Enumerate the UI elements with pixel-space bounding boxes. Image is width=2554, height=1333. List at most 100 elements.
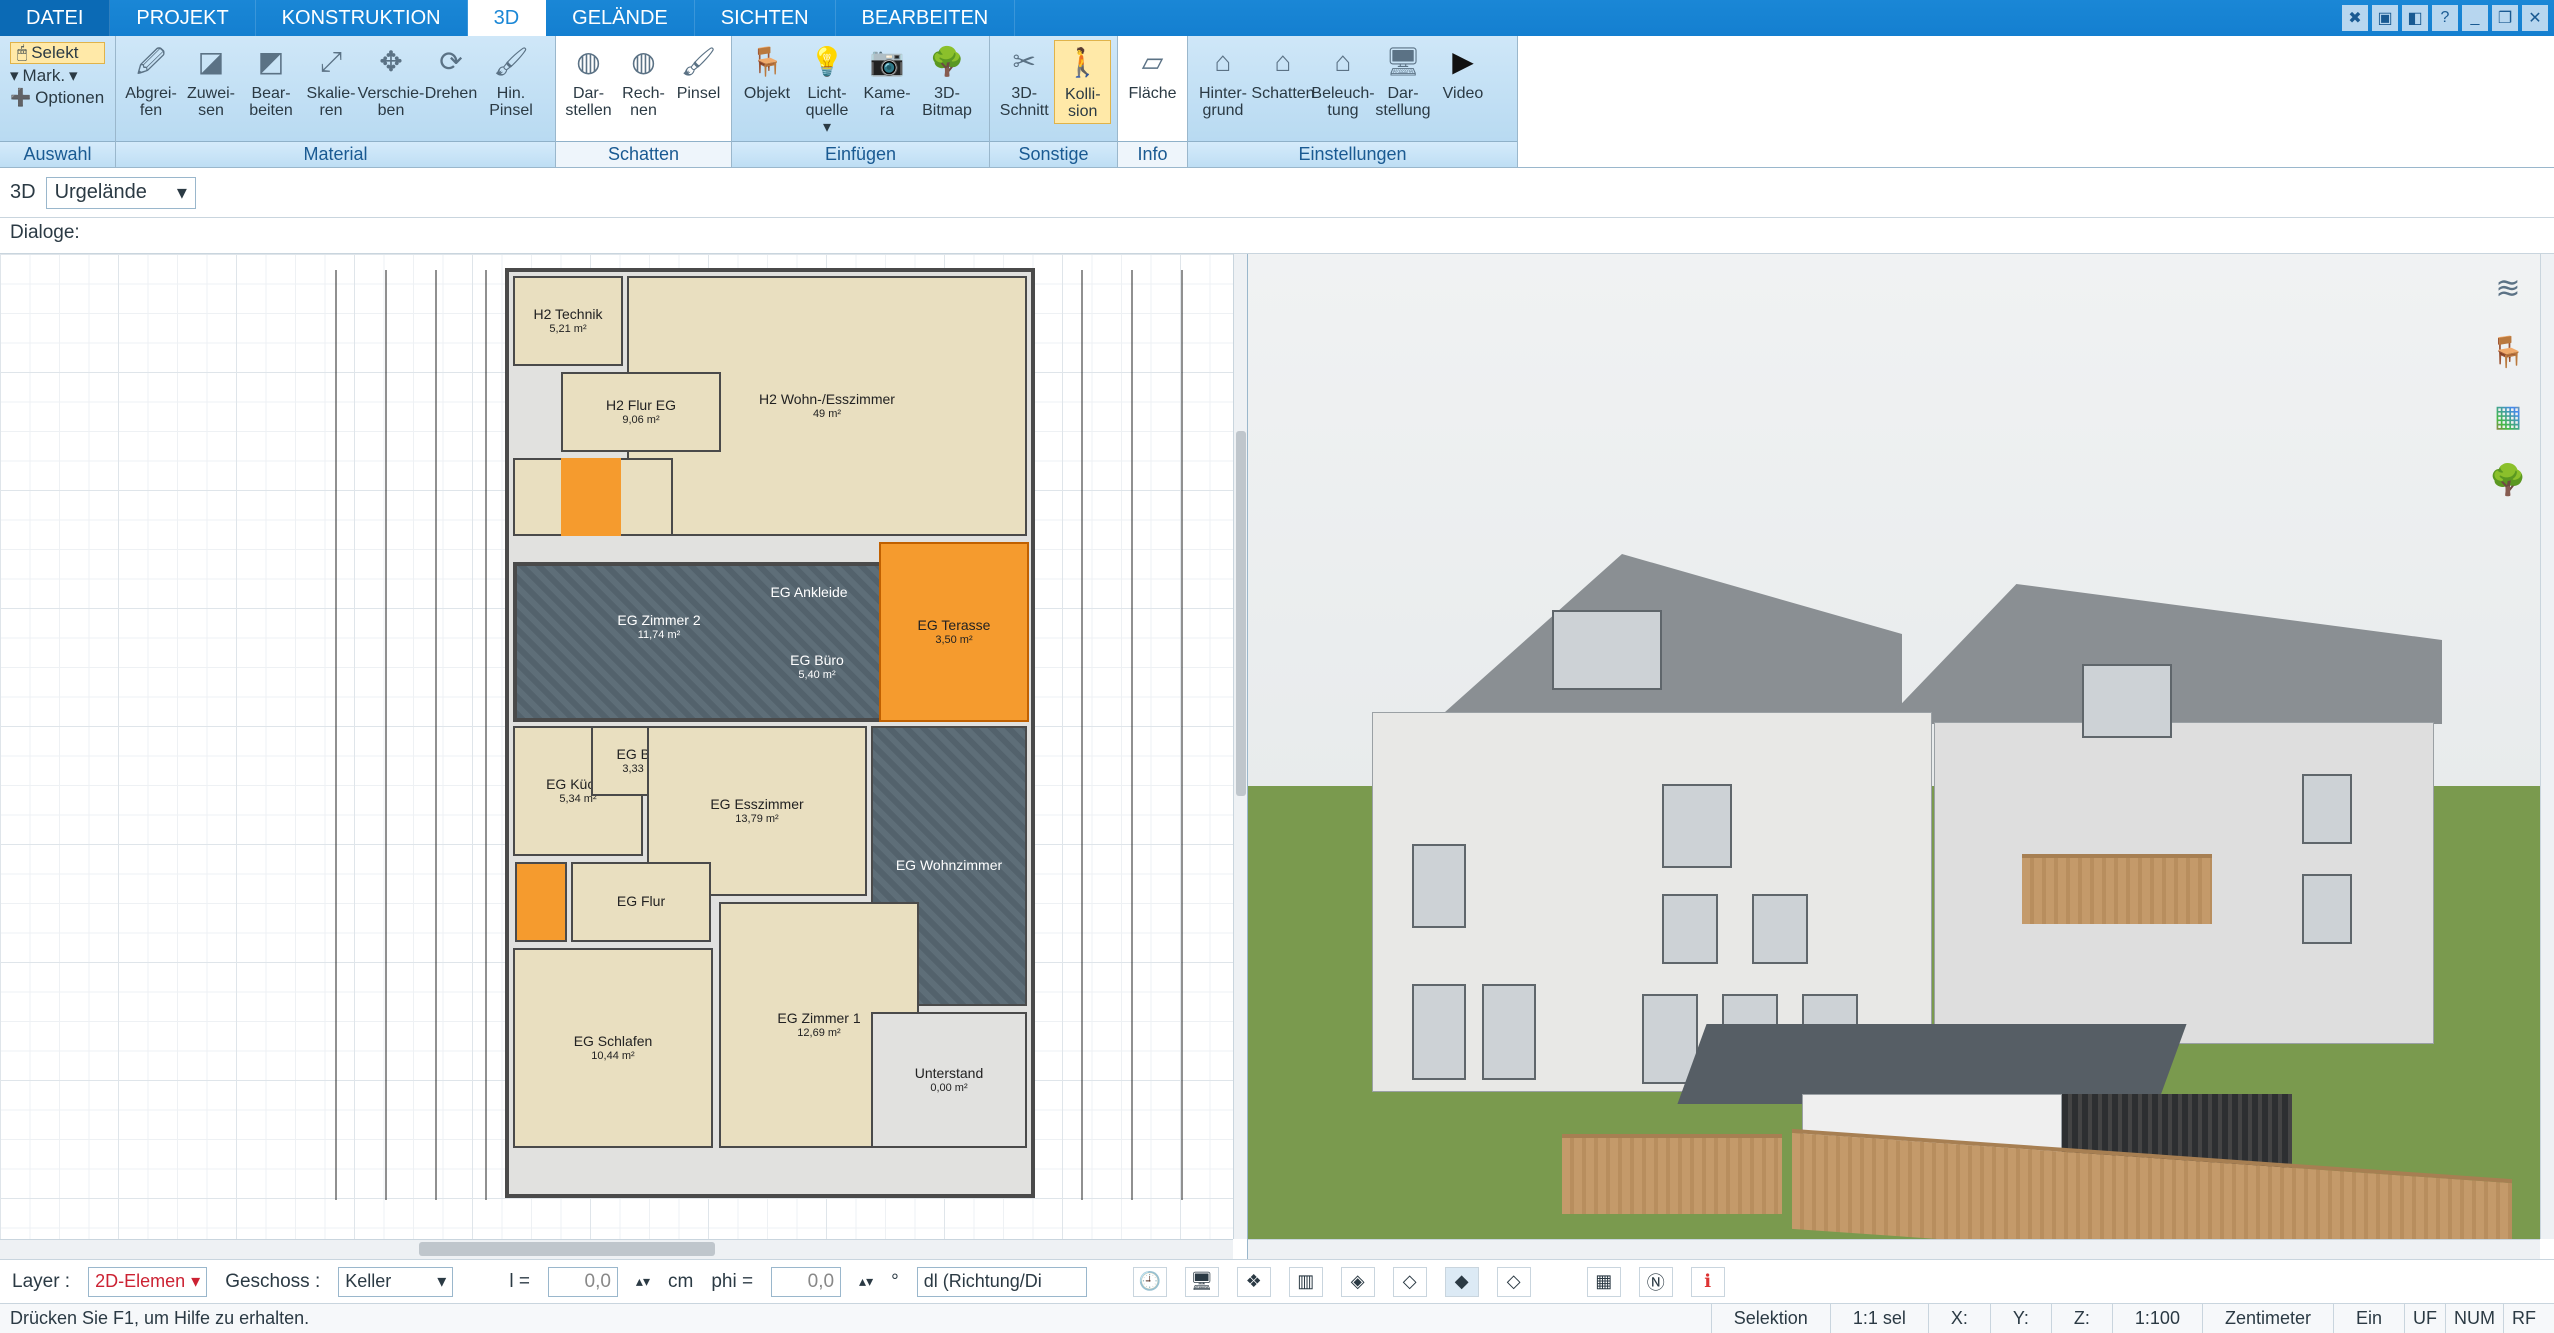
tool-flaeche[interactable]: ▱Fläche: [1124, 40, 1181, 105]
btn-cubes-icon[interactable]: ❖: [1237, 1267, 1271, 1297]
restore-icon[interactable]: ❐: [2492, 5, 2518, 31]
room-label: EG Zimmer 211,74 m²: [569, 602, 749, 652]
btn-layers-icon[interactable]: ▥: [1289, 1267, 1323, 1297]
phi-input[interactable]: 0,0: [771, 1267, 841, 1297]
furniture-icon[interactable]: 🪑: [2488, 332, 2528, 372]
menu-tab-3d[interactable]: 3D: [468, 0, 547, 36]
room[interactable]: H2 Technik5,21 m²: [513, 276, 623, 366]
minimize-icon[interactable]: _: [2462, 5, 2488, 31]
highlight: [561, 458, 621, 536]
room-label: EG Ankleide: [739, 568, 879, 618]
tool-video[interactable]: ▶Video: [1434, 40, 1492, 105]
selekt-button[interactable]: 🖱 Selekt: [10, 42, 105, 64]
tool-abgreifen[interactable]: 🖉Abgrei-fen: [122, 40, 180, 122]
scrollbar-vertical[interactable]: [2540, 254, 2554, 1239]
close-icon[interactable]: ✕: [2522, 5, 2548, 31]
btn-info-icon[interactable]: ℹ: [1691, 1267, 1725, 1297]
pane-3d[interactable]: ≋ 🪑 ▦ 🌳: [1248, 254, 2554, 1259]
btn-diamond4-icon[interactable]: ◇: [1497, 1267, 1531, 1297]
tool-icon[interactable]: ◧: [2402, 5, 2428, 31]
room[interactable]: EG Flur: [571, 862, 711, 942]
tool-3d-schnitt[interactable]: ✂3D-Schnitt: [996, 40, 1052, 122]
group-label-auswahl: Auswahl: [0, 141, 115, 167]
tool-pinsel[interactable]: 🖌Pinsel: [672, 40, 725, 105]
btn-diamond3-icon[interactable]: ◆: [1445, 1267, 1479, 1297]
dl-combo[interactable]: dl (Richtung/Di: [917, 1267, 1087, 1297]
room[interactable]: EG Schlafen10,44 m²: [513, 948, 713, 1148]
status-ein: Ein: [2333, 1304, 2404, 1333]
help-icon[interactable]: ?: [2432, 5, 2458, 31]
scrollbar-vertical[interactable]: [1233, 254, 1247, 1239]
palette-icon[interactable]: ▦: [2488, 396, 2528, 436]
group-label-sonstige: Sonstige: [990, 141, 1117, 167]
tool-kamera[interactable]: 📷Kame-ra: [858, 40, 916, 122]
tool-schatten[interactable]: ⌂Schatten: [1254, 40, 1312, 105]
l-label: l =: [509, 1271, 530, 1293]
house-3d: [1322, 554, 2462, 1194]
tool-hin-pinsel[interactable]: 🖌Hin.Pinsel: [482, 40, 540, 122]
tool-zuweisen[interactable]: ◪Zuwei-sen: [182, 40, 240, 122]
menu-bar: DATEI PROJEKT KONSTRUKTION 3D GELÄNDE SI…: [0, 0, 2554, 36]
tool-rechnen[interactable]: ◍Rech-nen: [617, 40, 670, 122]
workspace: H2 Technik5,21 m² H2 Wohn-/Esszimmer49 m…: [0, 254, 2554, 1259]
tool-darstellen[interactable]: ◍Dar-stellen: [562, 40, 615, 122]
floor-combo[interactable]: Keller▾: [338, 1267, 453, 1297]
optionen-button[interactable]: ➕ Optionen: [10, 88, 105, 108]
status-selektion: Selektion: [1711, 1304, 1830, 1333]
tool-objekt[interactable]: 🪑Objekt: [738, 40, 796, 105]
room[interactable]: EG Terasse3,50 m²: [879, 542, 1029, 722]
layers-icon[interactable]: ≋: [2488, 268, 2528, 308]
tool-verschieben[interactable]: ✥Verschie-ben: [362, 40, 420, 122]
status-z: Z:: [2051, 1304, 2112, 1333]
floor-label: Geschoss :: [225, 1271, 320, 1293]
pane-2d[interactable]: H2 Technik5,21 m² H2 Wohn-/Esszimmer49 m…: [0, 254, 1248, 1259]
status-unit: Zentimeter: [2202, 1304, 2333, 1333]
tool-drehen[interactable]: ⟳Drehen: [422, 40, 480, 105]
tool-beleuchtung[interactable]: ⌂Beleuch-tung: [1314, 40, 1372, 122]
status-help: Drücken Sie F1, um Hilfe zu erhalten.: [10, 1308, 309, 1329]
tool-icon[interactable]: ✖: [2342, 5, 2368, 31]
btn-clock-icon[interactable]: 🕘: [1133, 1267, 1167, 1297]
tool-skalieren[interactable]: ⤢Skalie-ren: [302, 40, 360, 122]
dimension-lines-left: [296, 270, 496, 1200]
ribbon: 🖱 Selekt ▾ Mark. ▾ ➕ Optionen Auswahl 🖉A…: [0, 36, 2554, 168]
dialoge-bar: Dialoge:: [0, 218, 2554, 254]
room[interactable]: Unterstand0,00 m²: [871, 1012, 1027, 1148]
material-tools: 🖉Abgrei-fen ◪Zuwei-sen ◩Bear-beiten ⤢Ska…: [116, 36, 555, 141]
mark-button[interactable]: ▾ Mark. ▾: [10, 66, 105, 86]
tool-3d-bitmap[interactable]: 🌳3D-Bitmap: [918, 40, 976, 122]
tool-darstellung[interactable]: 🖥Dar-stellung: [1374, 40, 1432, 122]
l-input[interactable]: 0,0: [548, 1267, 618, 1297]
tool-kollision[interactable]: 🚶Kolli-sion: [1054, 40, 1111, 124]
btn-diamond2-icon[interactable]: ◇: [1393, 1267, 1427, 1297]
btn-diamond-icon[interactable]: ◈: [1341, 1267, 1375, 1297]
tree-icon[interactable]: 🌳: [2488, 460, 2528, 500]
tool-lichtquelle[interactable]: 💡Licht-quelle ▾: [798, 40, 856, 138]
tool-icon[interactable]: ▣: [2372, 5, 2398, 31]
status-x: X:: [1928, 1304, 1990, 1333]
room[interactable]: H2 Flur EG9,06 m²: [561, 372, 721, 452]
group-label-schatten: Schatten: [556, 141, 731, 167]
floor-plan[interactable]: H2 Technik5,21 m² H2 Wohn-/Esszimmer49 m…: [505, 268, 1035, 1198]
sub-toolbar: 3D Urgelände▾: [0, 168, 2554, 218]
menu-tab-konstruktion[interactable]: KONSTRUKTION: [256, 0, 468, 36]
btn-north-icon[interactable]: Ⓝ: [1639, 1267, 1673, 1297]
terrain-combo[interactable]: Urgelände▾: [46, 177, 196, 209]
unit-deg: °: [891, 1271, 899, 1293]
menu-tab-bearbeiten[interactable]: BEARBEITEN: [836, 0, 1016, 36]
menu-tab-projekt[interactable]: PROJEKT: [110, 0, 255, 36]
chevron-down-icon: ▾: [177, 180, 187, 205]
menu-tab-gelaende[interactable]: GELÄNDE: [546, 0, 695, 36]
menu-tab-datei[interactable]: DATEI: [0, 0, 110, 36]
layer-label: Layer :: [12, 1271, 70, 1293]
bottom-toolbar: Layer : 2D-Elemen▾ Geschoss : Keller▾ l …: [0, 1259, 2554, 1303]
tool-hintergrund[interactable]: ⌂Hinter-grund: [1194, 40, 1252, 122]
scrollbar-horizontal[interactable]: [1248, 1239, 2540, 1259]
layer-combo[interactable]: 2D-Elemen▾: [88, 1267, 207, 1297]
btn-grid-icon[interactable]: ▦: [1587, 1267, 1621, 1297]
tool-bearbeiten[interactable]: ◩Bear-beiten: [242, 40, 300, 122]
menu-tab-sichten[interactable]: SICHTEN: [695, 0, 836, 36]
phi-label: phi =: [711, 1271, 753, 1293]
scrollbar-horizontal[interactable]: [0, 1239, 1233, 1259]
btn-monitor-icon[interactable]: 🖥: [1185, 1267, 1219, 1297]
